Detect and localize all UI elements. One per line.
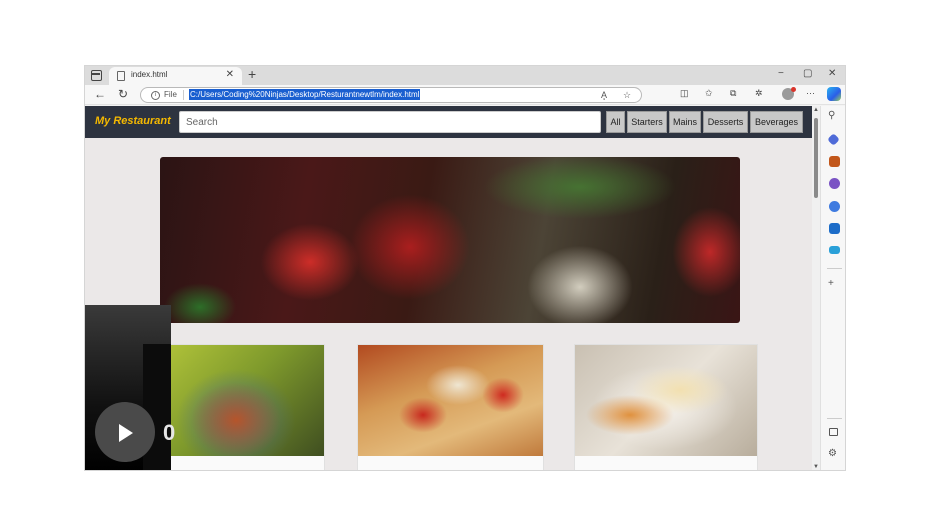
settings-icon[interactable]: ⚙ (828, 448, 837, 459)
read-aloud-icon[interactable]: A̧ (601, 90, 607, 100)
notification-dot (791, 87, 796, 92)
dish-image-bruschetta (358, 345, 543, 456)
browser-sidebar: ⚲ + ⚙ (820, 106, 845, 470)
page-scrollbar[interactable]: ▲ ▼ (812, 106, 820, 470)
category-mains-button[interactable]: Mains (669, 111, 701, 133)
browser-tab[interactable]: index.html ✕ (109, 67, 242, 85)
brand-logo[interactable]: My Restaurant (95, 115, 171, 127)
more-icon[interactable]: ··· (806, 88, 815, 98)
dish-image-pasta (575, 345, 757, 456)
scroll-thumb[interactable] (814, 118, 818, 198)
refresh-icon[interactable]: ↻ (118, 87, 128, 101)
page-viewport: My Restaurant All Starters Mains Dessert… (85, 106, 812, 470)
sidebar-divider (827, 418, 842, 419)
tab-strip: index.html ✕ + − ▢ ✕ (85, 66, 845, 85)
address-bar[interactable]: i File C:/Users/Coding%20Ninjas/Desktop/… (140, 87, 642, 103)
people-icon[interactable] (829, 178, 840, 189)
browser-window: index.html ✕ + − ▢ ✕ ← ↻ i File C:/Users… (84, 65, 846, 471)
favorite-star-icon[interactable]: ☆ (623, 90, 631, 101)
copilot-icon[interactable] (827, 87, 841, 101)
dish-image-soup (161, 345, 324, 456)
screen: index.html ✕ + − ▢ ✕ ← ↻ i File C:/Users… (0, 0, 933, 527)
send-icon[interactable] (829, 246, 840, 254)
collections-icon[interactable]: ⧉ (730, 88, 736, 99)
divider (183, 90, 184, 100)
category-starters-button[interactable]: Starters (627, 111, 667, 133)
dish-card[interactable] (160, 344, 325, 470)
url-scheme-label: File (164, 90, 177, 99)
tab-actions-icon[interactable] (91, 70, 102, 81)
sidebar-divider (827, 268, 842, 269)
video-overlay[interactable]: 0 (85, 305, 175, 470)
info-icon[interactable]: i (151, 91, 160, 100)
category-desserts-button[interactable]: Desserts (703, 111, 748, 133)
play-icon (119, 424, 133, 442)
new-tab-icon[interactable]: + (248, 66, 256, 82)
office-icon[interactable] (829, 201, 840, 212)
scroll-up-icon[interactable]: ▲ (813, 107, 819, 113)
category-all-button[interactable]: All (606, 111, 625, 133)
split-screen-icon[interactable]: ◫ (680, 88, 689, 99)
favorites-icon[interactable]: ✩ (705, 88, 713, 99)
minimize-icon[interactable]: − (778, 68, 784, 79)
tab-title: index.html (131, 70, 168, 79)
document-icon (117, 71, 125, 81)
scroll-down-icon[interactable]: ▼ (813, 464, 819, 470)
tab-close-icon[interactable]: ✕ (226, 69, 234, 80)
site-navbar: My Restaurant All Starters Mains Dessert… (85, 106, 812, 138)
dish-card[interactable] (357, 344, 544, 470)
category-beverages-button[interactable]: Beverages (750, 111, 803, 133)
address-bar-row: ← ↻ i File C:/Users/Coding%20Ninjas/Desk… (85, 85, 845, 105)
panel-icon[interactable] (829, 428, 838, 436)
search-input[interactable] (179, 111, 601, 133)
video-timer-text: 0 (163, 420, 176, 445)
close-window-icon[interactable]: ✕ (828, 68, 836, 79)
dish-card[interactable] (574, 344, 758, 470)
hero-banner-image (160, 157, 740, 323)
outlook-icon[interactable] (829, 223, 840, 234)
search-icon[interactable]: ⚲ (828, 110, 835, 121)
add-icon[interactable]: + (828, 278, 834, 289)
restore-icon[interactable]: ▢ (803, 68, 812, 79)
url-text[interactable]: C:/Users/Coding%20Ninjas/Desktop/Restura… (189, 89, 421, 100)
back-icon[interactable]: ← (94, 87, 106, 101)
briefcase-icon[interactable] (829, 156, 840, 167)
extensions-icon[interactable]: ✲ (755, 88, 763, 99)
tag-icon[interactable] (827, 133, 840, 146)
